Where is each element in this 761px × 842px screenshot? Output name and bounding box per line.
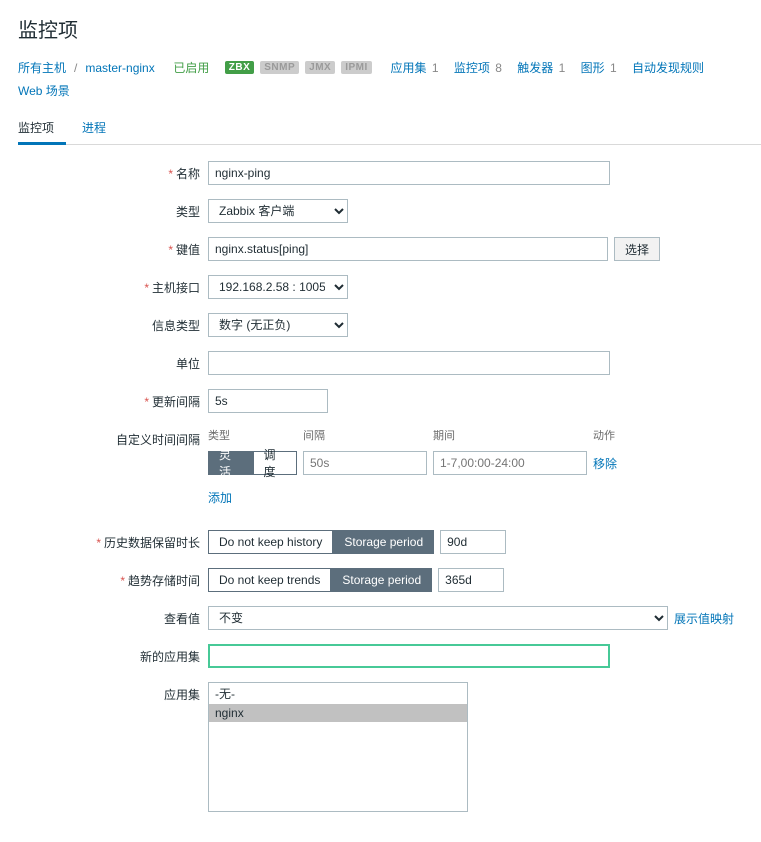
label-name: *名称 [18, 161, 208, 182]
tab-process[interactable]: 进程 [82, 113, 118, 144]
show-value-map-link[interactable]: 展示值映射 [674, 610, 734, 627]
seg-history-storage[interactable]: Storage period [333, 530, 434, 554]
interval-period-input[interactable] [433, 451, 587, 475]
badge-snmp: SNMP [260, 61, 299, 74]
label-show-value: 查看值 [18, 606, 208, 627]
link-graphs[interactable]: 图形 [581, 61, 605, 75]
th-action: 动作 [593, 427, 633, 443]
breadcrumb-all-hosts[interactable]: 所有主机 [18, 59, 66, 76]
key-input[interactable] [208, 237, 608, 261]
link-triggers[interactable]: 触发器 [517, 61, 553, 75]
update-interval-input[interactable] [208, 389, 328, 413]
breadcrumb-host[interactable]: master-nginx [85, 61, 154, 75]
seg-schedule[interactable]: 调度 [253, 451, 298, 475]
link-web[interactable]: Web 场景 [18, 82, 70, 99]
label-apps: 应用集 [18, 682, 208, 703]
count-graphs: 1 [610, 61, 617, 75]
tab-item[interactable]: 监控项 [18, 113, 66, 145]
app-option-none[interactable]: -无- [209, 683, 467, 704]
info-type-select[interactable]: 数字 (无正负) [208, 313, 348, 337]
units-input[interactable] [208, 351, 610, 375]
type-select[interactable]: Zabbix 客户端 [208, 199, 348, 223]
link-discovery[interactable]: 自动发现规则 [632, 59, 704, 76]
seg-flexible[interactable]: 灵活 [208, 451, 253, 475]
th-interval: 间隔 [303, 427, 433, 443]
interval-row: 灵活 调度 移除 [208, 451, 633, 475]
label-key: *键值 [18, 237, 208, 258]
label-custom-intervals: 自定义时间间隔 [18, 427, 208, 448]
interval-remove-link[interactable]: 移除 [593, 455, 617, 472]
interval-type-segment: 灵活 调度 [208, 451, 297, 475]
link-items[interactable]: 监控项 [454, 61, 490, 75]
item-form: *名称 类型 Zabbix 客户端 *键值 选择 *主机接口 192.168.2… [0, 145, 761, 842]
label-trends: *趋势存储时间 [18, 568, 208, 589]
show-value-select[interactable]: 不变 [208, 606, 668, 630]
count-applications: 1 [432, 61, 439, 75]
page-title: 监控项 [0, 0, 761, 53]
history-segment: Do not keep history Storage period [208, 530, 434, 554]
interval-delay-input[interactable] [303, 451, 427, 475]
trends-input[interactable] [438, 568, 504, 592]
custom-intervals-table: 类型 间隔 期间 动作 灵活 调度 移除 添加 [208, 427, 633, 506]
th-period: 期间 [433, 427, 593, 443]
badge-ipmi: IPMI [341, 61, 372, 74]
history-input[interactable] [440, 530, 506, 554]
label-type: 类型 [18, 199, 208, 220]
seg-trends-nokeep[interactable]: Do not keep trends [208, 568, 331, 592]
th-type: 类型 [208, 427, 303, 443]
trends-segment: Do not keep trends Storage period [208, 568, 432, 592]
label-history: *历史数据保留时长 [18, 530, 208, 551]
label-update-interval: *更新间隔 [18, 389, 208, 410]
status-enabled: 已启用 [173, 59, 209, 76]
interface-select[interactable]: 192.168.2.58 : 10050 [208, 275, 348, 299]
interval-add-link[interactable]: 添加 [208, 489, 633, 506]
seg-trends-storage[interactable]: Storage period [331, 568, 432, 592]
badge-zbx: ZBX [225, 61, 255, 74]
app-option-nginx[interactable]: nginx [209, 704, 467, 722]
label-units: 单位 [18, 351, 208, 372]
badge-jmx: JMX [305, 61, 335, 74]
label-info-type: 信息类型 [18, 313, 208, 334]
count-items: 8 [495, 61, 502, 75]
apps-multiselect[interactable]: -无- nginx [208, 682, 468, 812]
new-app-input[interactable] [208, 644, 610, 668]
count-triggers: 1 [559, 61, 566, 75]
breadcrumb-sep: / [74, 61, 77, 75]
name-input[interactable] [208, 161, 610, 185]
seg-history-nokeep[interactable]: Do not keep history [208, 530, 333, 554]
tabs: 监控项 进程 [18, 109, 761, 145]
key-select-button[interactable]: 选择 [614, 237, 660, 261]
link-applications[interactable]: 应用集 [390, 61, 426, 75]
breadcrumb: 所有主机 / master-nginx 已启用 ZBX SNMP JMX IPM… [0, 53, 761, 109]
label-interface: *主机接口 [18, 275, 208, 296]
label-new-app: 新的应用集 [18, 644, 208, 665]
